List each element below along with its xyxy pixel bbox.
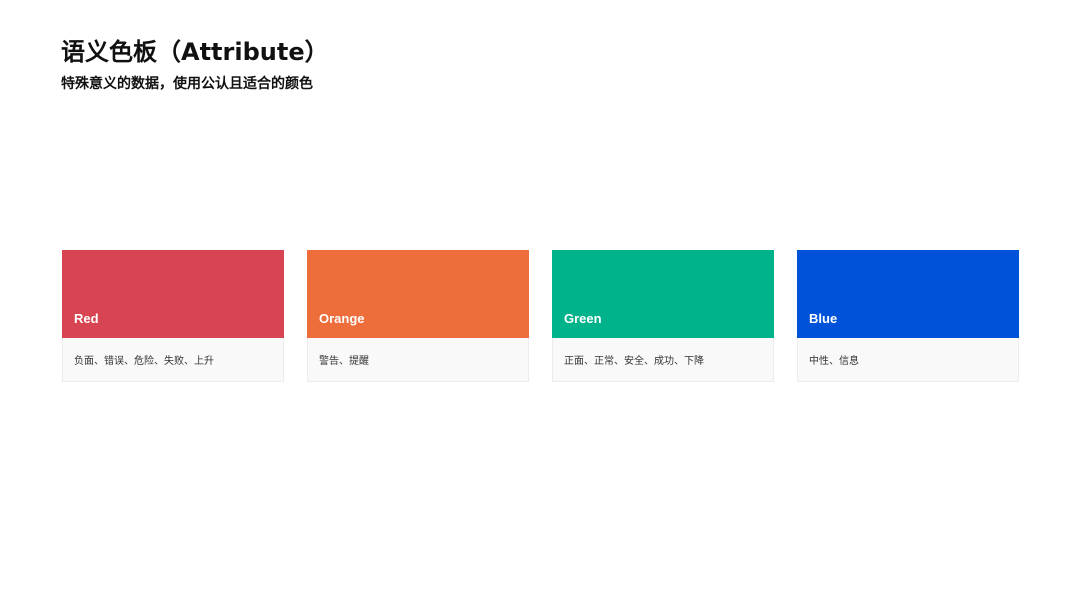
page-subtitle: 特殊意义的数据，使用公认且适合的颜色 xyxy=(61,76,313,92)
color-palette: Red 负面、错误、危险、失败、上升 Orange 警告、提醒 Green 正面… xyxy=(62,250,1019,382)
swatch-name: Red xyxy=(74,311,99,326)
swatch-color-blue: Blue xyxy=(797,250,1019,338)
swatch-usage: 中性、信息 xyxy=(797,338,1019,382)
swatch-card-green: Green 正面、正常、安全、成功、下降 xyxy=(552,250,774,382)
swatch-color-green: Green xyxy=(552,250,774,338)
swatch-usage: 负面、错误、危险、失败、上升 xyxy=(62,338,284,382)
swatch-usage: 正面、正常、安全、成功、下降 xyxy=(552,338,774,382)
swatch-name: Orange xyxy=(319,311,365,326)
swatch-name: Blue xyxy=(809,311,838,326)
swatch-card-orange: Orange 警告、提醒 xyxy=(307,250,529,382)
swatch-name: Green xyxy=(564,311,602,326)
swatch-color-orange: Orange xyxy=(307,250,529,338)
swatch-color-red: Red xyxy=(62,250,284,338)
swatch-card-blue: Blue 中性、信息 xyxy=(797,250,1019,382)
swatch-usage: 警告、提醒 xyxy=(307,338,529,382)
page-title: 语义色板（Attribute） xyxy=(61,38,329,66)
swatch-card-red: Red 负面、错误、危险、失败、上升 xyxy=(62,250,284,382)
